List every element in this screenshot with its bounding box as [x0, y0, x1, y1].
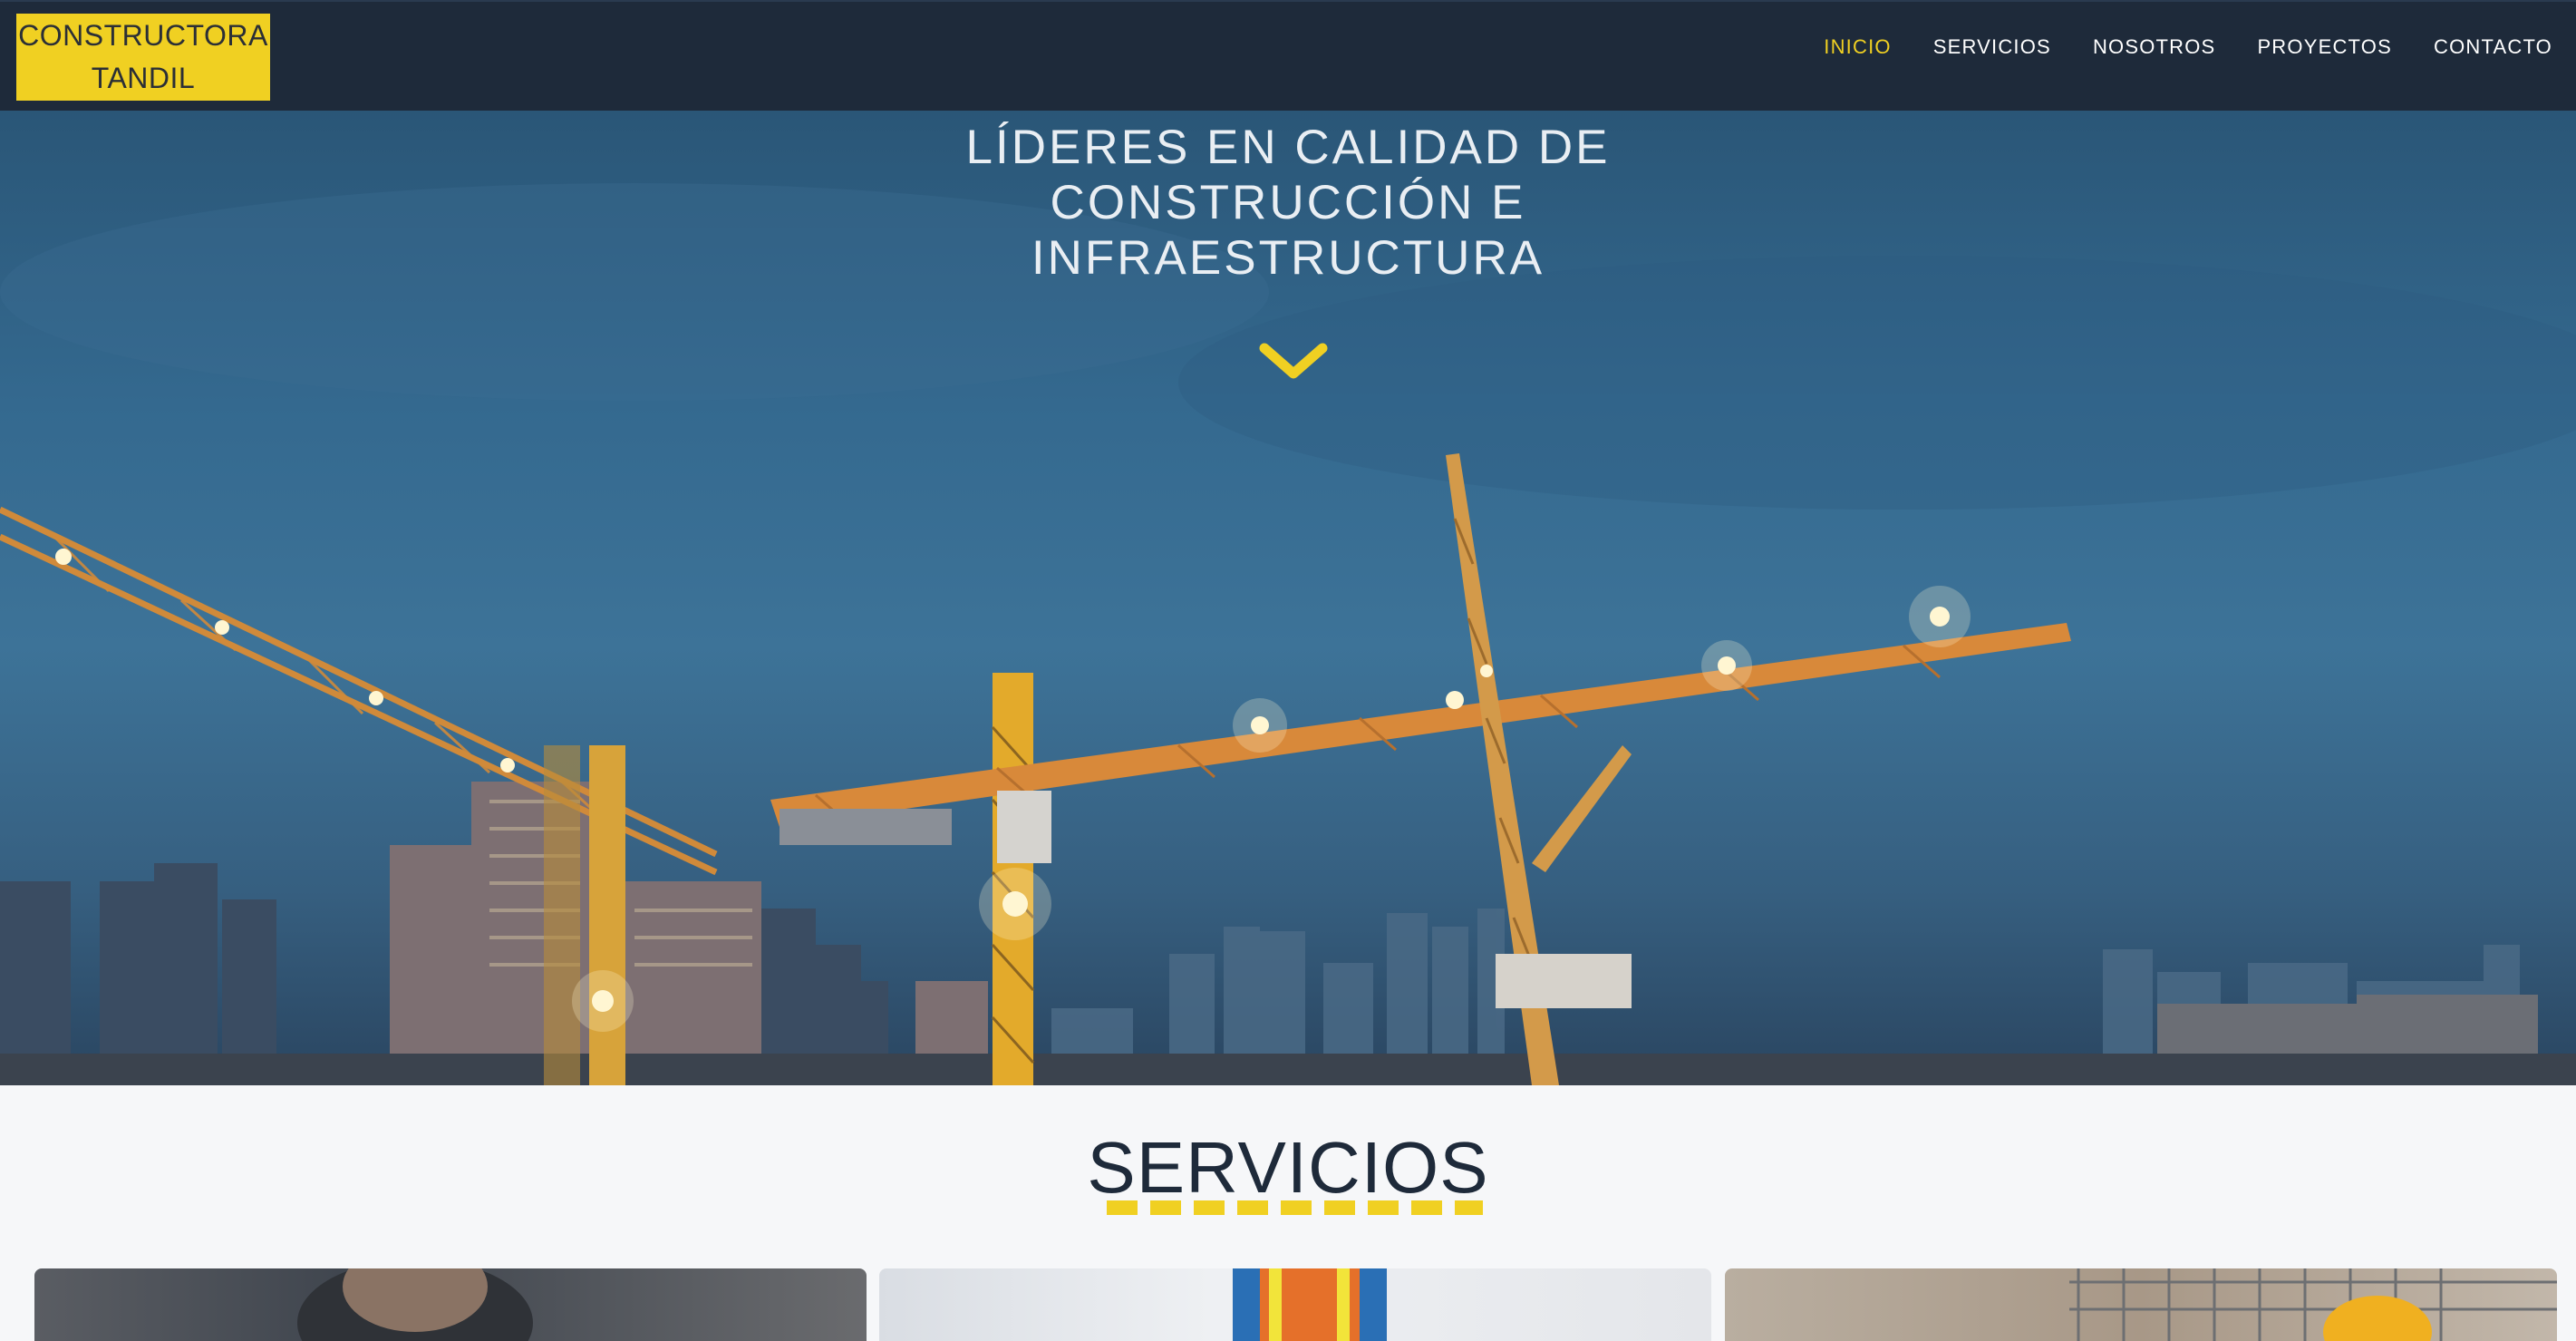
nav-item-inicio[interactable]: INICIO	[1824, 35, 1891, 59]
site-header: CONSTRUCTORA TANDIL INICIO SERVICIOS NOS…	[0, 0, 2576, 111]
service-image-2	[1233, 1268, 1387, 1341]
title-underline	[1107, 1200, 1483, 1215]
service-card-1[interactable]	[34, 1268, 867, 1341]
hero-title-line-3: INFRAESTRUCTURA	[1031, 231, 1545, 285]
service-image-3	[2069, 1268, 2557, 1341]
hero-title: LÍDERES EN CALIDAD DE CONSTRUCCIÓN E INF…	[0, 120, 2576, 286]
service-image-1	[297, 1268, 533, 1341]
nav-item-contacto[interactable]: CONTACTO	[2434, 35, 2552, 59]
service-card-3[interactable]	[1725, 1268, 2557, 1341]
services-title: SERVICIOS	[1087, 1127, 1489, 1208]
services-section: SERVICIOS	[0, 1085, 2576, 1341]
hero-section: LÍDERES EN CALIDAD DE CONSTRUCCIÓN E INF…	[0, 111, 2576, 1085]
nav-item-servicios[interactable]: SERVICIOS	[1933, 35, 2051, 59]
nav-item-proyectos[interactable]: PROYECTOS	[2257, 35, 2392, 59]
hero-title-line-1: LÍDERES EN CALIDAD DE	[965, 121, 1611, 174]
nav-item-nosotros[interactable]: NOSOTROS	[2093, 35, 2216, 59]
main-nav: INICIO SERVICIOS NOSOTROS PROYECTOS CONT…	[1782, 2, 2552, 92]
chevron-down-icon[interactable]	[1257, 341, 1330, 386]
service-card-2[interactable]	[879, 1268, 1711, 1341]
logo[interactable]: CONSTRUCTORA TANDIL	[16, 14, 270, 101]
hero-title-line-2: CONSTRUCCIÓN E	[1050, 176, 1526, 229]
logo-line-1: CONSTRUCTORA	[18, 19, 268, 52]
logo-line-2: TANDIL	[91, 62, 196, 94]
